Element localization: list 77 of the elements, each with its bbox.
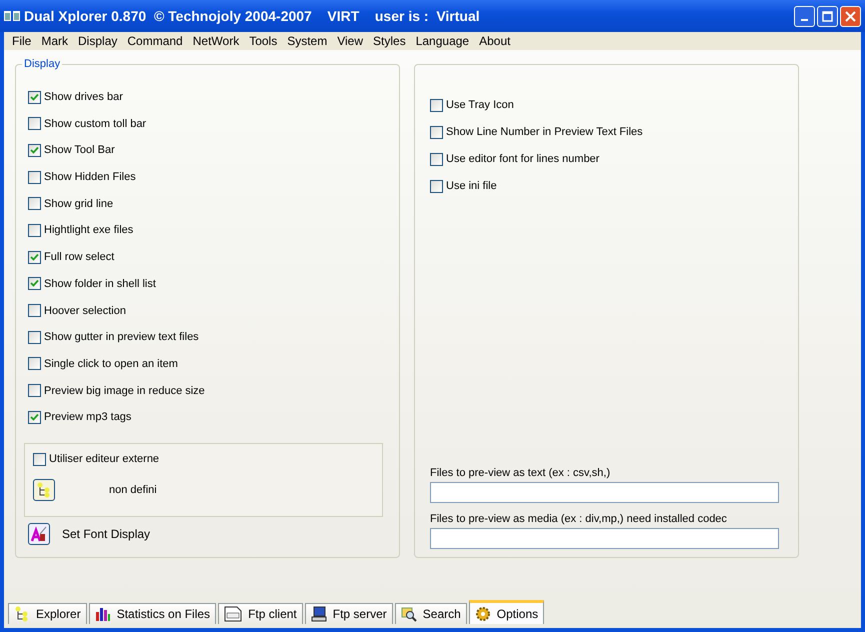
checkbox[interactable] bbox=[28, 330, 41, 344]
checkbox-label: Use ini file bbox=[446, 180, 497, 192]
tree-icon bbox=[36, 482, 52, 498]
checkbox[interactable] bbox=[28, 357, 41, 370]
bar-chart-icon bbox=[94, 606, 111, 622]
maximize-button[interactable] bbox=[817, 6, 838, 26]
checkbox-label: Preview mp3 tags bbox=[44, 411, 132, 424]
checkbox-label: Show Tool Bar bbox=[44, 144, 115, 156]
menu-item[interactable]: File bbox=[7, 34, 36, 48]
tab[interactable]: Ftp server bbox=[304, 603, 393, 624]
menu-item[interactable]: Command bbox=[122, 34, 188, 48]
menu-item[interactable]: View bbox=[332, 34, 368, 48]
checkbox-label: Show gutter in preview text files bbox=[44, 331, 199, 344]
checkbox-label: Show custom toll bar bbox=[44, 118, 146, 130]
font-icon bbox=[31, 526, 47, 542]
ftp-file-icon bbox=[224, 606, 242, 622]
tab[interactable]: Options bbox=[468, 600, 544, 624]
checkbox[interactable] bbox=[28, 384, 41, 398]
app-icon bbox=[4, 11, 20, 21]
checkbox-label: Show Hidden Files bbox=[44, 171, 136, 184]
menu-item[interactable]: Display bbox=[73, 34, 122, 48]
checkbox-label: Use editor font for lines number bbox=[446, 153, 600, 165]
checkbox[interactable] bbox=[28, 170, 41, 184]
checkbox[interactable] bbox=[28, 224, 41, 237]
minimize-button[interactable] bbox=[794, 6, 815, 26]
input-field[interactable] bbox=[430, 528, 779, 549]
tab[interactable]: Statistics on Files bbox=[88, 603, 216, 624]
search-icon bbox=[400, 606, 417, 622]
checkbox-label: Show Line Number in Preview Text Files bbox=[446, 126, 643, 138]
checkbox-label: Hoover selection bbox=[44, 304, 126, 316]
minimize-icon bbox=[801, 19, 808, 21]
checkbox-label: Show folder in shell list bbox=[44, 278, 156, 290]
maximize-icon bbox=[822, 10, 833, 22]
checkbox-label: Utiliser editeur externe bbox=[49, 453, 160, 466]
editor-path: non defini bbox=[109, 484, 157, 496]
checkbox-label: Hightlight exe files bbox=[44, 224, 134, 236]
checkbox-label: Show drives bar bbox=[44, 91, 123, 103]
checkbox[interactable] bbox=[28, 277, 41, 290]
window-title: Dual Xplorer 0.870 © Technojoly 2004-2007 VIRT user is : Virtual bbox=[24, 8, 481, 24]
checkbox-label: Preview big image in reduce size bbox=[44, 384, 205, 397]
checkbox[interactable] bbox=[28, 250, 41, 264]
input-field[interactable] bbox=[430, 482, 779, 503]
checkbox[interactable] bbox=[28, 304, 41, 317]
menu-item[interactable]: Styles bbox=[368, 34, 411, 48]
checkbox-label: Show grid line bbox=[44, 198, 114, 210]
checkbox-label: Use Tray Icon bbox=[446, 99, 514, 111]
menu-item[interactable]: Tools bbox=[244, 34, 282, 48]
menu-item[interactable]: System bbox=[282, 34, 332, 48]
tab[interactable]: Search bbox=[394, 603, 467, 624]
checkbox[interactable] bbox=[430, 126, 443, 138]
checkbox[interactable] bbox=[28, 90, 41, 104]
tree-icon bbox=[14, 606, 30, 622]
checkbox[interactable] bbox=[430, 98, 443, 112]
browse-button[interactable] bbox=[33, 479, 55, 502]
tab[interactable]: Explorer bbox=[8, 603, 87, 624]
set-font-button[interactable]: Set Font Display bbox=[28, 523, 150, 546]
checkbox-label: Single click to open an item bbox=[44, 358, 178, 370]
checkbox-label: Full row select bbox=[44, 251, 114, 264]
checkbox[interactable] bbox=[430, 180, 443, 192]
menu-item[interactable]: NetWork bbox=[188, 34, 244, 48]
menu-item[interactable]: Language bbox=[410, 34, 474, 48]
close-button[interactable] bbox=[840, 6, 861, 26]
checkbox[interactable] bbox=[28, 144, 41, 157]
checkbox[interactable] bbox=[430, 152, 443, 166]
tab[interactable]: Ftp client bbox=[218, 603, 303, 624]
checkbox[interactable] bbox=[28, 410, 41, 424]
computer-icon bbox=[310, 606, 327, 622]
menu-item[interactable]: About bbox=[474, 34, 516, 48]
checkbox[interactable] bbox=[28, 117, 41, 130]
field-label: Files to pre-view as media (ex : div,mp,) need installed codec bbox=[430, 513, 728, 525]
checkbox[interactable] bbox=[28, 197, 41, 210]
close-icon bbox=[845, 10, 856, 22]
field-label: Files to pre-view as text (ex : csv,sh,) bbox=[430, 467, 612, 479]
group-title: Display bbox=[22, 58, 62, 70]
menu-item[interactable]: Mark bbox=[36, 34, 74, 48]
gear-icon bbox=[474, 606, 491, 622]
checkbox[interactable] bbox=[33, 452, 46, 466]
